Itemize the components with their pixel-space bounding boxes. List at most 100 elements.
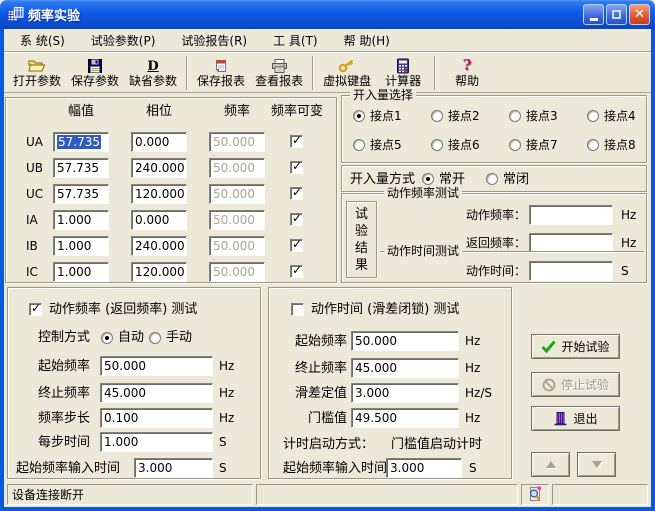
start-test-button[interactable]: 开始试验 bbox=[531, 334, 620, 359]
phase-field-ub[interactable]: 240.000 bbox=[131, 158, 187, 178]
end-freq-field[interactable]: 45.000 bbox=[100, 383, 213, 403]
manual-radio[interactable] bbox=[149, 332, 161, 344]
toolbar-separator bbox=[186, 56, 188, 90]
amplitude-field-ic[interactable]: 1.000 bbox=[53, 262, 109, 282]
toolbar-label: 计算器 bbox=[385, 74, 421, 89]
contact-5-label: 接点5 bbox=[370, 138, 402, 153]
device-status-section: 设备连接断开 bbox=[7, 484, 253, 505]
freq-variable-checkbox-ic[interactable] bbox=[290, 265, 303, 278]
return-frequency-field[interactable] bbox=[529, 233, 613, 253]
menu-test-report[interactable]: 试验报告(R) bbox=[173, 29, 255, 52]
client-area: 幅值 相位 频率 频率可变 UA 57.735 0.000 50.000 UB … bbox=[4, 93, 651, 482]
contact-6-radio[interactable] bbox=[431, 139, 443, 151]
exit-button[interactable]: 退出 bbox=[531, 406, 620, 431]
tt-start-freq-input-time-unit: S bbox=[469, 461, 477, 476]
tt-start-freq-input-time-label: 起始频率输入时间 bbox=[283, 461, 387, 476]
toolbar-label: 缺省参数 bbox=[129, 74, 177, 89]
save-report-button[interactable]: 保存报表 bbox=[192, 54, 250, 92]
window-title: 频率实验 bbox=[28, 5, 581, 24]
contact-5-radio[interactable] bbox=[353, 139, 365, 151]
contact-4-label: 接点4 bbox=[604, 109, 636, 124]
slip-value-field[interactable]: 3.000 bbox=[351, 383, 459, 403]
contact-3-radio[interactable] bbox=[509, 110, 521, 122]
page-down-button[interactable] bbox=[577, 452, 616, 477]
amplitude-field-ib[interactable]: 1.000 bbox=[53, 236, 109, 256]
menu-test-params[interactable]: 试验参数(P) bbox=[83, 29, 164, 52]
contact-select-panel: 开入量选择 接点1 接点2 接点3 接点4 接点5 接点6 接点7 接点8 bbox=[341, 95, 647, 163]
col-header-frequency: 频率 bbox=[209, 104, 265, 119]
threshold-field[interactable]: 49.500 bbox=[351, 408, 459, 428]
freq-test-title: 动作频率 (返回频率) 测试 bbox=[49, 302, 197, 317]
menu-system[interactable]: 系 统(S) bbox=[12, 29, 73, 52]
freq-variable-checkbox-ub[interactable] bbox=[290, 161, 303, 174]
end-freq-label: 终止频率 bbox=[38, 386, 90, 401]
row-label-ua: UA bbox=[26, 135, 43, 150]
minimize-icon bbox=[590, 18, 598, 21]
amplitude-field-uc[interactable]: 57.735 bbox=[53, 184, 109, 204]
normally-closed-radio[interactable] bbox=[486, 173, 498, 185]
control-mode-label: 控制方式 bbox=[38, 330, 90, 345]
tt-end-freq-field[interactable]: 45.000 bbox=[351, 358, 459, 378]
phase-field-ua[interactable]: 0.000 bbox=[131, 132, 187, 152]
action-frequency-field[interactable] bbox=[529, 205, 613, 225]
start-freq-field[interactable]: 50.000 bbox=[100, 356, 213, 376]
freq-test-checkbox[interactable] bbox=[29, 303, 42, 316]
action-frequency-label: 动作频率： bbox=[402, 208, 526, 223]
minimize-button[interactable] bbox=[583, 4, 604, 25]
freq-variable-checkbox-uc[interactable] bbox=[290, 187, 303, 200]
start-freq-label: 起始频率 bbox=[38, 359, 90, 374]
view-report-button[interactable]: 查看报表 bbox=[250, 54, 308, 92]
freq-variable-checkbox-ua[interactable] bbox=[290, 135, 303, 148]
tt-start-freq-field[interactable]: 50.000 bbox=[351, 331, 459, 351]
col-header-freq-variable: 频率可变 bbox=[258, 104, 336, 119]
normally-open-label: 常开 bbox=[439, 172, 465, 187]
phase-field-uc[interactable]: 120.000 bbox=[131, 184, 187, 204]
status-message-section bbox=[256, 484, 518, 505]
amplitude-field-ua[interactable]: 57.735 bbox=[53, 132, 109, 152]
menu-tools[interactable]: 工 具(T) bbox=[265, 29, 326, 52]
test-result-panel: 试验结果 动作频率测试 动作频率： Hz 返回频率： Hz 动作时间测试 动作时… bbox=[341, 193, 647, 283]
freq-variable-checkbox-ia[interactable] bbox=[290, 213, 303, 226]
phase-field-ia[interactable]: 0.000 bbox=[131, 210, 187, 230]
phase-field-ib[interactable]: 240.000 bbox=[131, 236, 187, 256]
normally-open-radio[interactable] bbox=[422, 173, 434, 185]
save-params-button[interactable]: 保存参数 bbox=[66, 54, 124, 92]
time-test-checkbox[interactable] bbox=[291, 303, 304, 316]
amplitude-field-ia[interactable]: 1.000 bbox=[53, 210, 109, 230]
start-test-label: 开始试验 bbox=[561, 338, 609, 355]
action-time-field[interactable] bbox=[529, 261, 613, 281]
contact-2-radio[interactable] bbox=[431, 110, 443, 122]
tt-end-freq-label: 终止频率 bbox=[279, 361, 347, 376]
toolbar-label: 帮助 bbox=[455, 74, 479, 89]
phase-field-ic[interactable]: 120.000 bbox=[131, 262, 187, 282]
contact-4-radio[interactable] bbox=[587, 110, 599, 122]
virtual-keyboard-button[interactable]: 虚拟键盘 bbox=[318, 54, 376, 92]
contact-7-label: 接点7 bbox=[526, 138, 558, 153]
open-params-button[interactable]: 打开参数 bbox=[8, 54, 66, 92]
open-folder-icon bbox=[28, 57, 46, 74]
close-button[interactable]: ✕ bbox=[629, 4, 650, 25]
freq-step-field[interactable]: 0.100 bbox=[100, 408, 213, 428]
action-freq-test-title: 动作频率测试 bbox=[384, 186, 462, 200]
slip-value-unit: Hz/S bbox=[465, 386, 492, 401]
window-frame: 系 统(S) 试验参数(P) 试验报告(R) 工 具(T) 帮 助(H) 打开参… bbox=[0, 29, 655, 511]
freq-variable-checkbox-ib[interactable] bbox=[290, 239, 303, 252]
menu-help[interactable]: 帮 助(H) bbox=[336, 29, 398, 52]
calculator-button[interactable]: 计算器 bbox=[376, 54, 430, 92]
toolbar-label: 保存报表 bbox=[197, 74, 245, 89]
step-time-field[interactable]: 1.000 bbox=[100, 432, 213, 452]
default-params-button[interactable]: D 缺省参数 bbox=[124, 54, 182, 92]
auto-radio[interactable] bbox=[101, 332, 113, 344]
freq-test-panel: 动作频率 (返回频率) 测试 控制方式 自动 手动 起始频率 50.000 Hz… bbox=[7, 287, 261, 479]
contact-7-radio[interactable] bbox=[509, 139, 521, 151]
maximize-button[interactable] bbox=[606, 4, 627, 25]
help-button[interactable]: ? 帮助 bbox=[440, 54, 494, 92]
tt-start-freq-input-time-field[interactable]: 3.000 bbox=[386, 458, 462, 478]
amplitude-field-ub[interactable]: 57.735 bbox=[53, 158, 109, 178]
frequency-field-ia: 50.000 bbox=[209, 210, 265, 230]
page-up-button[interactable] bbox=[531, 452, 570, 477]
contact-1-radio[interactable] bbox=[353, 110, 365, 122]
contact-8-radio[interactable] bbox=[587, 139, 599, 151]
start-freq-input-time-field[interactable]: 3.000 bbox=[134, 458, 213, 478]
printer-icon bbox=[271, 57, 288, 74]
